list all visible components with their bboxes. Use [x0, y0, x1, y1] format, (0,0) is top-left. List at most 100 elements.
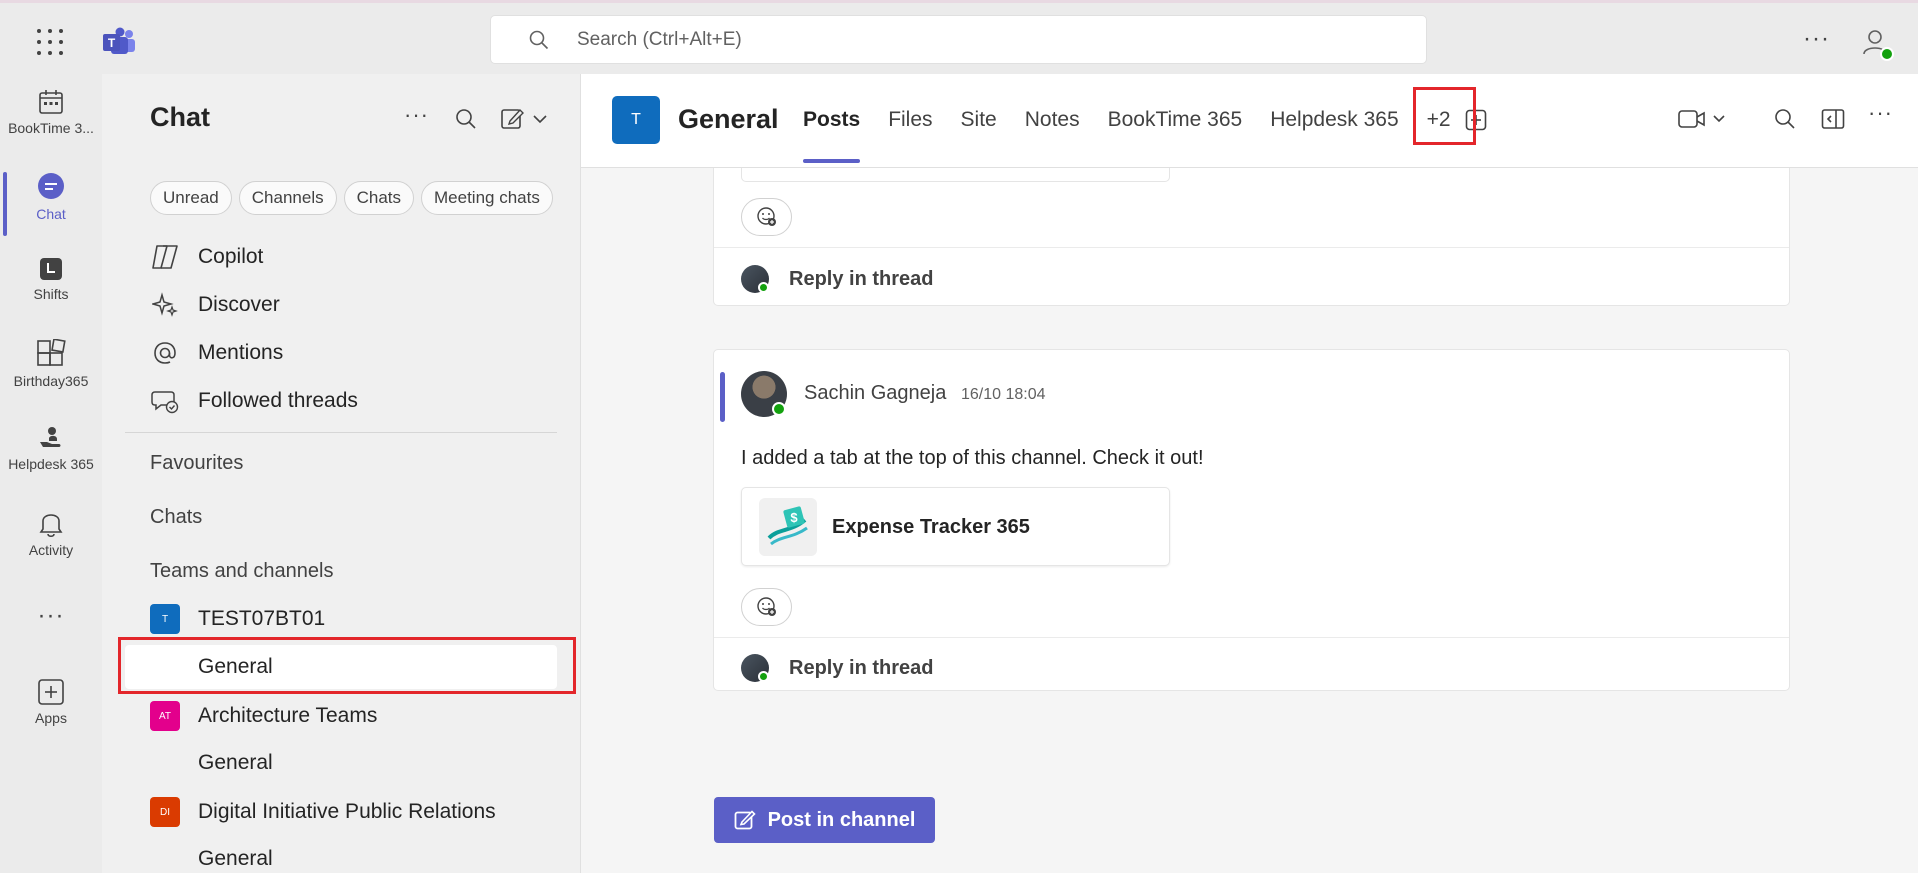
tab-booktime-365[interactable]: BookTime 365	[1108, 108, 1243, 132]
message-accent-bar	[720, 372, 725, 422]
channel-general-architecture-teams[interactable]: General	[125, 741, 557, 785]
post-card-previous: Reply in thread	[713, 168, 1790, 306]
filter-chips: Unread Channels Chats Meeting chats	[150, 181, 553, 215]
reply-label: Reply in thread	[789, 656, 934, 679]
channel-search-icon[interactable]	[1774, 108, 1796, 130]
rail-more-apps-icon[interactable]: ···	[0, 602, 102, 632]
compose-icon	[734, 810, 756, 830]
rail-item-chat[interactable]: Chat	[0, 172, 102, 252]
nav-label: Copilot	[198, 245, 264, 268]
section-teams-and-channels[interactable]: Teams and channels	[150, 560, 333, 583]
helpdesk-hand-icon	[40, 427, 61, 447]
filter-unread[interactable]: Unread	[150, 181, 232, 215]
user-avatar	[741, 654, 769, 682]
tab-files[interactable]: Files	[888, 108, 932, 132]
app-card-previous	[741, 168, 1170, 182]
nav-copilot[interactable]: Copilot	[150, 244, 263, 270]
channel-general-digital-initiative[interactable]: General	[125, 837, 557, 873]
sparkle-icon	[152, 292, 178, 317]
teams-logo-icon: T	[103, 27, 135, 54]
rail-item-birthday365[interactable]: Birthday365	[0, 339, 102, 419]
rail-item-activity[interactable]: Activity	[0, 508, 102, 588]
tab-site[interactable]: Site	[961, 108, 997, 132]
team-name: Digital Initiative Public Relations	[198, 800, 496, 823]
app-launcher-icon[interactable]	[37, 29, 63, 55]
tab-posts[interactable]: Posts	[803, 108, 861, 163]
team-name: Architecture Teams	[198, 704, 378, 727]
nav-followed-threads[interactable]: Followed threads	[150, 388, 358, 414]
rail-item-helpdesk365[interactable]: Helpdesk 365	[0, 424, 102, 504]
team-avatar: T	[150, 604, 180, 634]
open-side-panel-icon[interactable]	[1821, 108, 1845, 130]
video-meet-icon[interactable]	[1678, 108, 1728, 130]
nav-label: Followed threads	[198, 389, 358, 412]
highlight-add-tab	[1413, 87, 1476, 145]
filter-chats[interactable]: Chats	[343, 181, 415, 215]
channel-main-area: T General Posts Files Site Notes BookTim…	[581, 74, 1918, 873]
user-avatar	[741, 265, 769, 293]
section-favourites[interactable]: Favourites	[150, 452, 243, 475]
channel-title: General	[678, 104, 779, 134]
search-placeholder: Search (Ctrl+Alt+E)	[577, 28, 742, 50]
channel-avatar: T	[612, 96, 660, 144]
app-rail: BookTime 3... Chat Shifts Birthday365 He…	[0, 74, 102, 873]
rail-item-shifts[interactable]: Shifts	[0, 256, 102, 336]
tab-helpdesk-365[interactable]: Helpdesk 365	[1270, 108, 1398, 132]
reply-in-thread-button[interactable]: Reply in thread	[741, 265, 933, 293]
team-test07bt01[interactable]: T TEST07BT01	[150, 604, 325, 634]
nav-divider	[125, 432, 557, 433]
filter-meeting-chats[interactable]: Meeting chats	[421, 181, 553, 215]
rail-label: Birthday365	[13, 373, 89, 389]
team-architecture-teams[interactable]: AT Architecture Teams	[150, 701, 377, 731]
channel-more-icon[interactable]: ···	[1868, 100, 1893, 126]
post-card-message: Sachin Gagneja 16/10 18:04 I added a tab…	[713, 349, 1790, 691]
more-options-icon[interactable]: ···	[1803, 25, 1830, 53]
app-card-title: Expense Tracker 365	[832, 516, 1030, 538]
svg-text:$: $	[790, 510, 798, 525]
rail-label: Shifts	[33, 286, 69, 302]
author-name[interactable]: Sachin Gagneja	[804, 382, 946, 405]
team-avatar: AT	[150, 701, 180, 731]
bell-icon	[39, 514, 63, 538]
expense-tracker-logo: $	[759, 498, 817, 556]
post-button-label: Post in channel	[767, 808, 916, 831]
pane-search-icon[interactable]	[455, 108, 477, 130]
nav-discover[interactable]: Discover	[150, 292, 280, 318]
new-chat-compose-icon[interactable]	[500, 107, 550, 131]
card-separator	[714, 247, 1789, 248]
presence-available-icon	[1880, 47, 1894, 61]
team-avatar: DI	[150, 797, 180, 827]
reply-label: Reply in thread	[789, 267, 934, 290]
pane-more-icon[interactable]: ···	[404, 102, 429, 128]
rail-item-apps[interactable]: Apps	[0, 678, 102, 758]
section-chats[interactable]: Chats	[150, 506, 202, 529]
search-input[interactable]: Search (Ctrl+Alt+E)	[490, 15, 1427, 64]
filter-channels[interactable]: Channels	[238, 181, 337, 215]
shifts-icon	[40, 258, 62, 280]
presence-available-icon	[758, 282, 769, 293]
chat-list-pane: Chat ··· Unread Channels Chats Meeting c…	[102, 74, 581, 873]
message-timestamp: 16/10 18:04	[961, 386, 1046, 403]
add-app-icon	[38, 679, 64, 705]
author-avatar[interactable]	[741, 371, 787, 417]
emoji-add-icon	[756, 207, 776, 226]
rail-label: Activity	[28, 542, 74, 558]
team-digital-initiative-public-relations[interactable]: DI Digital Initiative Public Relations	[150, 797, 496, 827]
profile-avatar[interactable]	[1858, 25, 1894, 61]
add-reaction-button[interactable]	[741, 588, 792, 626]
top-bar: T Search (Ctrl+Alt+E) ···	[0, 0, 1918, 74]
message-text: I added a tab at the top of this channel…	[741, 447, 1204, 469]
add-reaction-button[interactable]	[741, 198, 792, 236]
followed-threads-icon	[151, 391, 179, 414]
post-in-channel-button[interactable]: Post in channel	[714, 797, 935, 843]
chat-icon	[38, 173, 64, 199]
reply-in-thread-button[interactable]: Reply in thread	[741, 654, 933, 682]
nav-mentions[interactable]: Mentions	[150, 340, 283, 366]
channel-header: T General Posts Files Site Notes BookTim…	[581, 74, 1918, 168]
calendar-icon	[39, 90, 63, 114]
expense-tracker-app-card[interactable]: $ Expense Tracker 365	[741, 487, 1170, 566]
rail-item-booktime[interactable]: BookTime 3...	[0, 88, 102, 168]
rail-label: BookTime 3...	[8, 120, 94, 136]
tab-notes[interactable]: Notes	[1025, 108, 1080, 132]
nav-label: Mentions	[198, 341, 284, 364]
